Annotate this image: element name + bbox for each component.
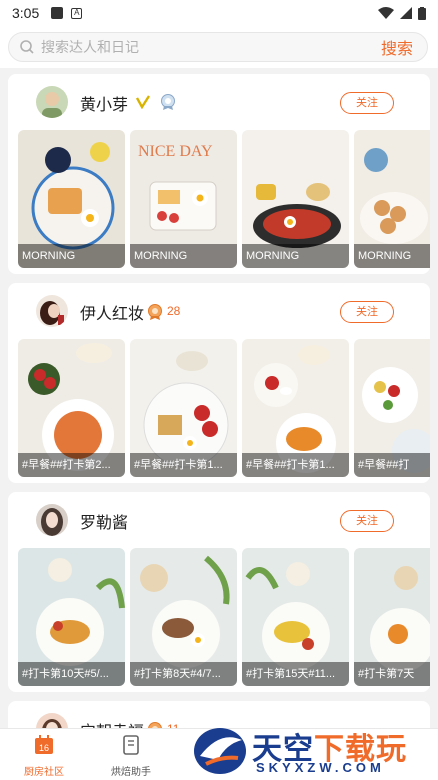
calendar-icon: 16 [35,735,53,754]
username[interactable]: 黄小芽 [80,91,128,115]
tab-label: 烘焙助手 [111,767,151,778]
watermark-logo-icon [194,728,246,774]
username[interactable]: 罗勒酱 [80,509,128,533]
user-card: 黄小芽 关注 MORNING NICE DAY MORNING MORNING … [8,74,430,274]
follow-button[interactable]: 关注 [340,510,394,532]
username[interactable]: 宁朝幸福 [80,718,144,728]
photo-caption: #打卡第10天#5/... [18,662,125,686]
search-icon [20,40,34,54]
book-icon [123,735,139,755]
photo-caption: MORNING [242,244,349,268]
search-placeholder: 搜索达人和日记 [41,39,139,55]
follow-button[interactable]: 关注 [340,301,394,323]
avatar[interactable] [36,86,68,118]
photo-caption: MORNING [18,244,125,268]
photo-caption: #打卡第7天 [354,662,430,686]
follow-button[interactable]: 关注 [340,92,394,114]
search-input[interactable]: 搜索达人和日记 搜索 [8,32,428,62]
diary-photo[interactable]: MORNING [18,130,125,268]
tab-label: 厨房社区 [24,767,64,778]
medal-icon [148,722,162,728]
diary-photo[interactable]: #早餐##打 [354,339,430,477]
card-header: 罗勒酱 关注 [8,492,430,548]
diary-photo[interactable]: #早餐##打卡第1... [130,339,237,477]
photo-caption: #打卡第8天#4/7... [130,662,237,686]
user-card: 罗勒酱 关注 #打卡第10天#5/... #打卡第8天#4/7... #打卡第1… [8,492,430,692]
avatar[interactable] [36,295,68,327]
svg-text:NICE DAY: NICE DAY [138,143,213,160]
diary-photo[interactable]: #打卡第8天#4/7... [130,548,237,686]
status-bar: 3:05 A [0,0,438,26]
avatar[interactable] [36,504,68,536]
medal-count: 28 [167,304,181,318]
user-card: 伊人红妆 28 关注 #早餐##打卡第2... #早餐##打卡第1... #早餐… [8,283,430,483]
tab-kitchen-community[interactable]: 16 厨房社区 [14,735,74,778]
watermark-url: SKYXZW.COM [256,760,385,775]
card-header: 伊人红妆 28 关注 [8,283,430,339]
site-watermark: 天空下载玩 SKYXZW.COM [190,722,438,780]
card-header: 黄小芽 关注 [8,74,430,130]
diary-photo[interactable]: #早餐##打卡第2... [18,339,125,477]
diary-photo[interactable]: NICE DAY MORNING [130,130,237,268]
diary-photo[interactable]: #打卡第10天#5/... [18,548,125,686]
diary-feed[interactable]: 黄小芽 关注 MORNING NICE DAY MORNING MORNING … [0,68,438,728]
signal-icon [400,7,412,19]
wifi-icon [378,7,394,19]
medal-icon [161,94,175,110]
verified-icon [136,95,150,109]
svg-text:16: 16 [39,743,49,753]
search-bar: 搜索达人和日记 搜索 [0,26,438,68]
diary-photo[interactable]: MORNING [242,130,349,268]
photo-caption: #打卡第15天#11... [242,662,349,686]
photo-caption: #早餐##打 [354,453,430,477]
photo-strip[interactable]: #打卡第10天#5/... #打卡第8天#4/7... #打卡第15天#11..… [18,548,430,686]
status-time: 3:05 [12,5,40,21]
photo-caption: MORNING [130,244,237,268]
photo-strip[interactable]: #早餐##打卡第2... #早餐##打卡第1... #早餐##打卡第1... #… [18,339,430,477]
diary-photo[interactable]: MORNING [354,130,430,268]
diary-photo[interactable]: #打卡第7天 [354,548,430,686]
photo-caption: #早餐##打卡第1... [242,453,349,477]
photo-caption: #早餐##打卡第2... [18,453,125,477]
tab-baking-assistant[interactable]: 烘焙助手 [101,735,161,778]
photo-strip[interactable]: MORNING NICE DAY MORNING MORNING MORNING [18,130,430,268]
photo-caption: MORNING [354,244,430,268]
diary-photo[interactable]: #早餐##打卡第1... [242,339,349,477]
diary-photo[interactable]: #打卡第15天#11... [242,548,349,686]
app-notification-icon: A [71,7,83,19]
medal-icon [148,304,162,320]
battery-icon [418,6,426,20]
username[interactable]: 伊人红妆 [80,300,144,324]
notification-icon [51,7,64,19]
avatar[interactable] [36,713,68,728]
search-button[interactable]: 搜索 [381,35,413,59]
photo-caption: #早餐##打卡第1... [130,453,237,477]
